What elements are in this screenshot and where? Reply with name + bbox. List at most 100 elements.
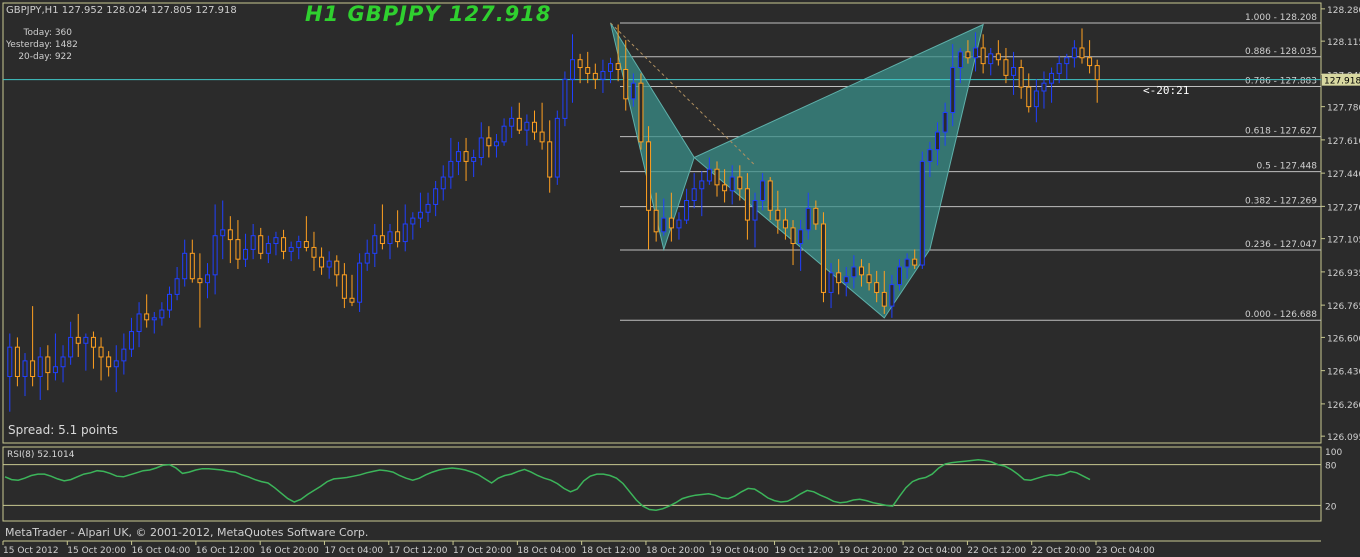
bear-candle-body	[881, 291, 887, 307]
bear-candle-body	[813, 207, 819, 225]
bull-candle-body	[1049, 72, 1055, 84]
price-axis-label: 128.115	[1327, 38, 1360, 48]
bull-candle-body	[828, 272, 834, 293]
fibonacci-level-label: 0.382 - 127.269	[1245, 197, 1317, 207]
bull-candle-body	[1064, 57, 1070, 65]
time-axis-label: 18 Oct 04:00	[517, 546, 576, 556]
time-axis-label: 16 Oct 20:00	[260, 546, 319, 556]
bear-candle-body	[965, 51, 971, 59]
bear-candle-body	[980, 47, 986, 65]
time-axis-label: 15 Oct 2012	[3, 546, 59, 556]
time-axis-label: 15 Oct 20:00	[67, 546, 126, 556]
bear-candle-body	[775, 209, 781, 221]
bull-candle-body	[805, 207, 811, 231]
time-axis-label: 17 Oct 12:00	[389, 546, 448, 556]
fibonacci-level-label: 1.000 - 128.208	[1245, 13, 1317, 23]
bull-candle-body	[159, 309, 165, 319]
bear-candle-body	[820, 223, 826, 293]
bull-candle-body	[1041, 82, 1047, 92]
price-axis-label: 128.280	[1327, 6, 1360, 16]
bear-candle-body	[744, 188, 750, 221]
bull-candle-body	[889, 284, 895, 307]
bear-candle-body	[790, 227, 796, 245]
bull-candle-body	[166, 293, 172, 311]
bull-candle-body	[554, 117, 560, 178]
bull-candle-body	[52, 366, 58, 374]
bull-candle-body	[151, 317, 157, 321]
bull-candle-body	[600, 70, 606, 80]
bear-candle-body	[577, 59, 583, 69]
bull-candle-body	[7, 346, 13, 378]
bull-candle-body	[684, 200, 690, 221]
time-axis-label: 22 Oct 12:00	[967, 546, 1026, 556]
bear-candle-body	[516, 117, 522, 131]
fibonacci-level-label: 0.5 - 127.448	[1257, 162, 1318, 172]
bull-candle-body	[326, 260, 332, 268]
bear-candle-body	[463, 151, 469, 162]
bull-candle-body	[1011, 67, 1017, 76]
bull-candle-body	[433, 188, 439, 205]
bull-candle-body	[919, 160, 925, 266]
bear-candle-body	[668, 217, 674, 229]
bear-candle-body	[638, 82, 644, 143]
bear-candle-body	[30, 360, 36, 378]
bull-candle-body	[524, 121, 530, 131]
bull-candle-body	[83, 336, 89, 344]
bull-candle-body	[942, 112, 948, 133]
bull-candle-body	[935, 131, 941, 151]
bull-candle-body	[676, 219, 682, 229]
bull-candle-body	[608, 63, 614, 72]
range-stats: Today: 360 Yesterday: 1482 20-day: 922	[6, 27, 78, 63]
bull-candle-body	[562, 78, 568, 119]
spread-label: Spread: 5.1 points	[8, 423, 118, 437]
bull-candle-body	[357, 262, 363, 303]
bear-candle-body	[319, 256, 325, 268]
bull-candle-body	[288, 246, 294, 252]
bear-candle-body	[395, 231, 401, 243]
bear-candle-body	[722, 184, 728, 192]
bull-candle-body	[60, 356, 66, 368]
stat-yesterday: Yesterday: 1482	[6, 40, 78, 50]
price-axis-label: 126.430	[1327, 368, 1360, 378]
time-axis-label: 17 Oct 04:00	[324, 546, 383, 556]
bear-candle-body	[866, 274, 872, 284]
bull-candle-body	[691, 188, 697, 202]
bear-candle-body	[531, 121, 537, 133]
chart-title: H1 GBPJPY 127.918	[305, 2, 552, 26]
bear-candle-body	[227, 229, 233, 241]
bear-candle-body	[189, 252, 195, 280]
bear-candle-body	[714, 168, 720, 186]
bull-candle-body	[448, 160, 454, 178]
rsi-indicator-label: RSI(8) 52.1014	[7, 450, 75, 460]
fibonacci-level-label: 0.618 - 127.627	[1245, 127, 1317, 137]
bear-candle-body	[1018, 67, 1024, 88]
bear-candle-body	[106, 356, 112, 368]
bull-candle-body	[896, 266, 902, 286]
bull-candle-body	[752, 200, 758, 221]
bull-candle-body	[501, 125, 507, 143]
price-axis-label: 127.105	[1327, 236, 1360, 246]
bull-candle-body	[957, 51, 963, 69]
bear-candle-body	[349, 297, 355, 303]
bear-candle-body	[615, 63, 621, 70]
price-axis-label: 126.935	[1327, 269, 1360, 279]
price-axis-label: 127.440	[1327, 170, 1360, 180]
bear-candle-body	[592, 72, 598, 80]
fibonacci-level-label: 0.000 - 126.688	[1245, 310, 1317, 320]
time-axis-label: 18 Oct 12:00	[582, 546, 641, 556]
price-axis-label: 127.610	[1327, 137, 1360, 147]
bull-candle-body	[182, 252, 188, 280]
bear-candle-body	[14, 346, 20, 378]
bear-candle-body	[98, 346, 104, 358]
bear-candle-body	[836, 272, 842, 284]
bull-candle-body	[927, 149, 933, 162]
bull-candle-body	[37, 356, 43, 378]
bull-candle-body	[851, 266, 857, 278]
bull-candle-body	[661, 217, 667, 233]
time-axis-label: 16 Oct 12:00	[196, 546, 255, 556]
bull-candle-body	[699, 180, 705, 190]
bear-candle-body	[311, 246, 317, 258]
bull-candle-body	[410, 217, 416, 225]
bull-candle-body	[174, 278, 180, 295]
bear-candle-body	[258, 235, 264, 254]
